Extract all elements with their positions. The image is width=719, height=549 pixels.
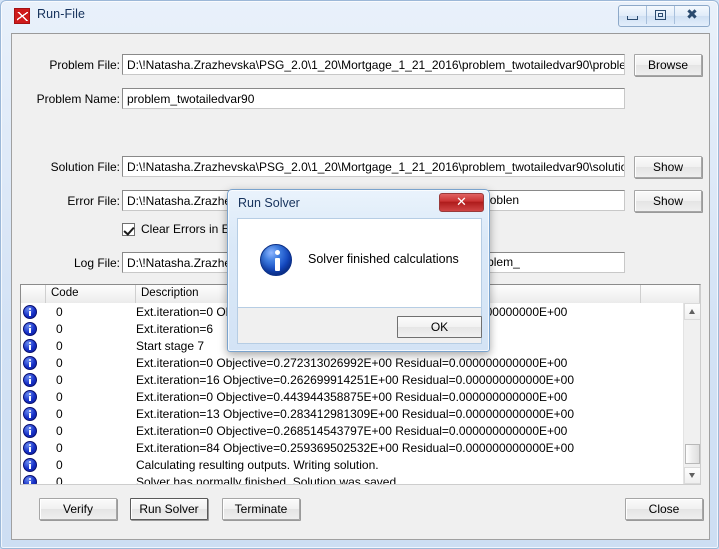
row-icon-cell bbox=[21, 474, 46, 484]
table-row[interactable]: 0 Ext.iteration=0 Objective=0.2723130269… bbox=[21, 354, 700, 371]
row-code: 0 bbox=[56, 474, 63, 485]
info-icon bbox=[23, 321, 37, 336]
close-dialog-button[interactable]: Close bbox=[625, 498, 703, 520]
table-row[interactable]: 0 Ext.iteration=0 Objective=0.2685145437… bbox=[21, 422, 700, 439]
close-icon: ✕ bbox=[456, 195, 467, 210]
info-icon bbox=[23, 304, 37, 319]
info-icon bbox=[260, 244, 292, 276]
table-row[interactable]: 0 Solver has normally finished. Solution… bbox=[21, 473, 700, 484]
row-icon-cell bbox=[21, 304, 46, 319]
row-code: 0 bbox=[56, 304, 63, 319]
dialog-message: Solver finished calculations bbox=[308, 252, 459, 266]
row-code: 0 bbox=[56, 321, 63, 336]
row-icon-cell bbox=[21, 389, 46, 404]
table-row[interactable]: 0 Ext.iteration=13 Objective=0.283412981… bbox=[21, 405, 700, 422]
chevron-down-icon bbox=[689, 473, 695, 478]
run-solver-dialog: Run Solver ✕ Solver finished calculation… bbox=[227, 189, 490, 352]
run-file-window: Run-File ✖ Problem File: D:\!Natasha.Zra… bbox=[0, 0, 719, 549]
row-description: Ext.iteration=0 Objective=0.272313026992… bbox=[136, 355, 568, 370]
close-icon: ✖ bbox=[686, 7, 698, 23]
problem-name-input[interactable]: problem_twotailedvar90 bbox=[122, 88, 625, 109]
close-button[interactable]: ✖ bbox=[675, 6, 709, 24]
vertical-scrollbar[interactable] bbox=[683, 303, 700, 484]
chevron-up-icon bbox=[689, 309, 695, 314]
table-row[interactable]: 0 Ext.iteration=84 Objective=0.259369502… bbox=[21, 439, 700, 456]
row-code: 0 bbox=[56, 440, 63, 455]
checkbox-checked-icon bbox=[122, 223, 135, 236]
error-file-value-left: D:\!Natasha.Zrazhevs bbox=[127, 194, 244, 208]
minimize-icon bbox=[627, 16, 638, 20]
column-header-icon[interactable] bbox=[21, 285, 46, 303]
maximize-button[interactable] bbox=[647, 6, 675, 24]
problem-file-label: Problem File: bbox=[49, 58, 120, 72]
row-icon-cell bbox=[21, 372, 46, 387]
info-icon bbox=[23, 423, 37, 438]
error-file-label: Error File: bbox=[67, 194, 120, 208]
info-icon bbox=[23, 355, 37, 370]
row-icon-cell bbox=[21, 321, 46, 336]
dialog-footer: OK bbox=[237, 308, 482, 344]
row-icon-cell bbox=[21, 355, 46, 370]
row-code: 0 bbox=[56, 355, 63, 370]
column-header-extra[interactable] bbox=[641, 285, 700, 303]
row-code: 0 bbox=[56, 423, 63, 438]
scrollbar-thumb[interactable] bbox=[685, 444, 700, 464]
row-description: Start stage 7 bbox=[136, 338, 205, 353]
column-header-code[interactable]: Code bbox=[46, 285, 136, 303]
window-title: Run-File bbox=[37, 7, 86, 21]
row-icon-cell bbox=[21, 338, 46, 353]
ok-button[interactable]: OK bbox=[397, 316, 482, 338]
dialog-title: Run Solver bbox=[238, 196, 300, 210]
row-code: 0 bbox=[56, 389, 63, 404]
maximize-icon-inner bbox=[658, 13, 663, 17]
row-description: Ext.iteration=0 Objective=0.443944358875… bbox=[136, 389, 568, 404]
info-icon bbox=[23, 457, 37, 472]
row-code: 0 bbox=[56, 457, 63, 472]
row-icon-cell bbox=[21, 440, 46, 455]
window-controls: ✖ bbox=[618, 5, 710, 27]
row-code: 0 bbox=[56, 406, 63, 421]
info-icon bbox=[23, 338, 37, 353]
row-description: Calculating resulting outputs. Writing s… bbox=[136, 457, 379, 472]
title-bar[interactable]: Run-File ✖ bbox=[1, 1, 718, 31]
table-row[interactable]: 0 Ext.iteration=0 Objective=0.4439443588… bbox=[21, 388, 700, 405]
terminate-button[interactable]: Terminate bbox=[222, 498, 300, 520]
row-description: Solver has normally finished. Solution w… bbox=[136, 474, 400, 485]
show-solution-button[interactable]: Show bbox=[634, 156, 702, 178]
row-code: 0 bbox=[56, 338, 63, 353]
problem-name-label: Problem Name: bbox=[36, 92, 120, 106]
log-file-label: Log File: bbox=[73, 256, 120, 270]
scroll-down-button[interactable] bbox=[684, 467, 700, 484]
row-icon-cell bbox=[21, 406, 46, 421]
row-code: 0 bbox=[56, 372, 63, 387]
row-description: Ext.iteration=0 Objective=0.268514543797… bbox=[136, 423, 568, 438]
table-row[interactable]: 0 Calculating resulting outputs. Writing… bbox=[21, 456, 700, 473]
row-icon-cell bbox=[21, 457, 46, 472]
table-row[interactable]: 0 Ext.iteration=16 Objective=0.262699914… bbox=[21, 371, 700, 388]
info-icon bbox=[23, 389, 37, 404]
info-icon bbox=[23, 440, 37, 455]
problem-file-input[interactable]: D:\!Natasha.Zrazhevska\PSG_2.0\1_20\Mort… bbox=[122, 54, 625, 75]
row-description: Ext.iteration=16 Objective=0.26269991425… bbox=[136, 372, 575, 387]
row-description: Ext.iteration=13 Objective=0.28341298130… bbox=[136, 406, 575, 421]
solution-file-input[interactable]: D:\!Natasha.Zrazhevska\PSG_2.0\1_20\Mort… bbox=[122, 156, 625, 177]
info-icon bbox=[23, 372, 37, 387]
browse-button[interactable]: Browse bbox=[634, 54, 702, 76]
info-icon bbox=[23, 474, 37, 484]
app-chart-icon bbox=[14, 8, 30, 24]
row-description: Ext.iteration=84 Objective=0.25936950253… bbox=[136, 440, 575, 455]
run-solver-button[interactable]: Run Solver bbox=[130, 498, 208, 520]
scroll-up-button[interactable] bbox=[684, 303, 700, 320]
row-icon-cell bbox=[21, 423, 46, 438]
log-file-value-left: D:\!Natasha.Zrazhevs bbox=[127, 256, 244, 270]
minimize-button[interactable] bbox=[619, 6, 647, 24]
show-error-button[interactable]: Show bbox=[634, 190, 702, 212]
dialog-body: Solver finished calculations bbox=[237, 218, 482, 308]
dialog-close-button[interactable]: ✕ bbox=[439, 193, 484, 212]
verify-button[interactable]: Verify bbox=[39, 498, 117, 520]
info-icon bbox=[23, 406, 37, 421]
row-description: Ext.iteration=6 bbox=[136, 321, 214, 336]
solution-file-label: Solution File: bbox=[50, 160, 120, 174]
